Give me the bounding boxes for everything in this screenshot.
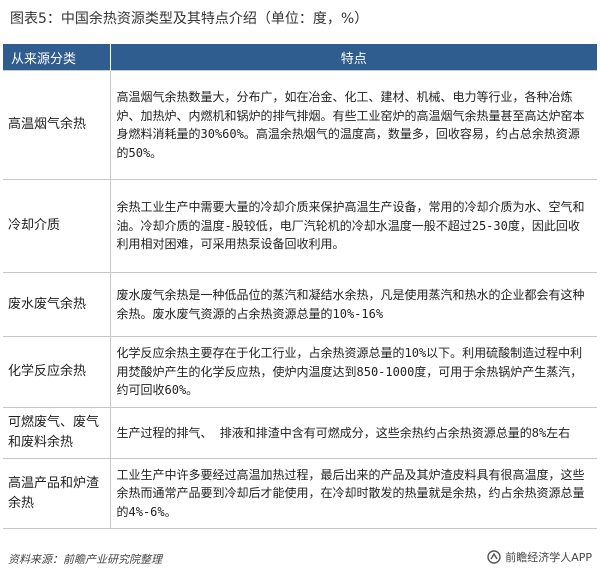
qianzhan-logo-icon (487, 550, 501, 564)
heat-resource-table: 从来源分类 特点 高温烟气余热 高温烟气余热数量大，分布广，如在冶金、化工、建材… (3, 44, 597, 529)
table-row: 高温产品和炉渣余热 工业生产中许多要经过高温加热过程，最后出来的产品及其炉渣皮料… (3, 458, 597, 529)
header-source-category: 从来源分类 (3, 44, 111, 71)
source-note: 资料来源：前瞻产业研究院整理 (8, 553, 162, 566)
table-row: 高温烟气余热 高温烟气余热数量大，分布广，如在冶金、化工、建材、机械、电力等行业… (3, 70, 597, 180)
brand-name: 前瞻经济学人APP (505, 551, 592, 564)
row-feature: 生产过程的排气、 排液和排渣中含有可燃成分，这些余热约占余热资源总量的8%左右 (110, 407, 597, 459)
row-feature: 工业生产中许多要经过高温加热过程，最后出来的产品及其炉渣皮料具有很高温度，这些余… (110, 458, 597, 529)
table-row: 化学反应余热 化学反应余热主要存在于化工行业，占余热资源总量的10%以下。利用硫… (3, 336, 597, 408)
header-feature: 特点 (110, 44, 597, 71)
row-category: 高温产品和炉渣余热 (3, 458, 111, 529)
row-feature: 高温烟气余热数量大，分布广，如在冶金、化工、建材、机械、电力等行业，各种冶炼炉、… (110, 70, 597, 180)
table-row: 可燃废气、废气和废料余热 生产过程的排气、 排液和排渣中含有可燃成分，这些余热约… (3, 407, 597, 459)
row-feature: 废水废气余热是一种低品位的蒸汽和凝结水余热，凡是使用蒸汽和热水的企业都会有这种余… (110, 272, 597, 337)
table-row: 冷却介质 余热工业生产中需要大量的冷却介质来保护高温生产设备，常用的冷却介质为水… (3, 179, 597, 273)
row-category: 废水废气余热 (3, 272, 111, 337)
row-feature: 余热工业生产中需要大量的冷却介质来保护高温生产设备，常用的冷却介质为水、空气和油… (110, 179, 597, 273)
figure-title: 图表5：中国余热资源类型及其特点介绍（单位：度，%） (10, 11, 369, 27)
brand-credit: 前瞻经济学人APP (487, 549, 592, 565)
table-row: 废水废气余热 废水废气余热是一种低品位的蒸汽和凝结水余热，凡是使用蒸汽和热水的企… (3, 272, 597, 337)
row-category: 化学反应余热 (3, 336, 111, 408)
row-category: 冷却介质 (3, 179, 111, 273)
row-feature: 化学反应余热主要存在于化工行业，占余热资源总量的10%以下。利用硫酸制造过程中利… (110, 336, 597, 408)
row-category: 高温烟气余热 (3, 70, 111, 180)
row-category: 可燃废气、废气和废料余热 (3, 407, 111, 459)
table-header-row: 从来源分类 特点 (3, 44, 597, 71)
